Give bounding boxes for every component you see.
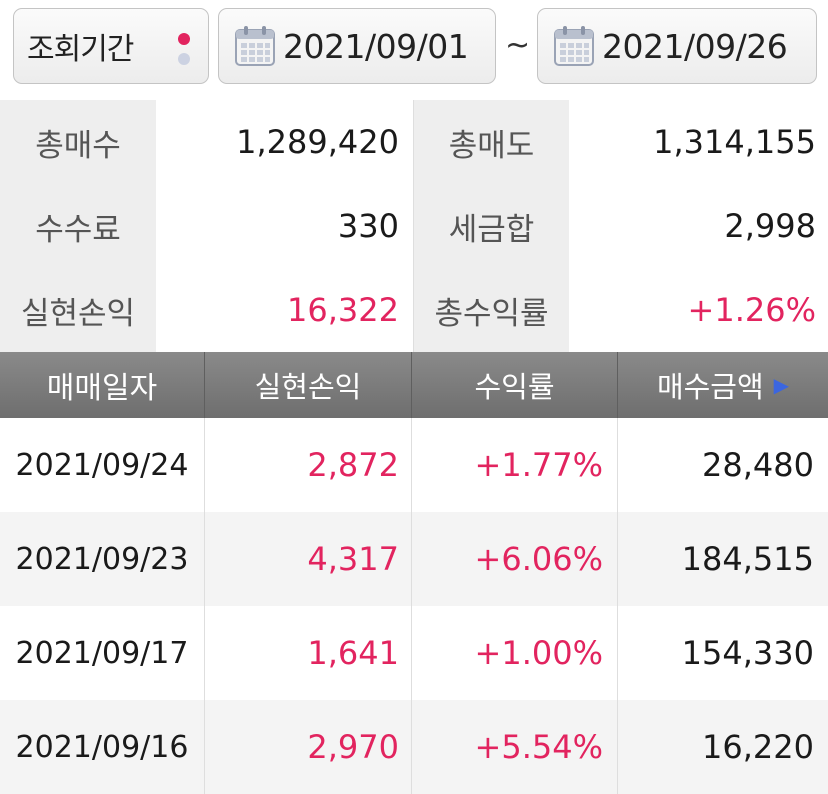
summary-row: 총매수 1,289,420 총매도 1,314,155 (0, 100, 828, 184)
table-row[interactable]: 2021/09/17 1,641 +1.00% 154,330 (0, 606, 828, 700)
calendar-icon (235, 26, 275, 66)
cell-date: 2021/09/24 (0, 418, 205, 512)
fee-value: 330 (156, 184, 414, 268)
page-dots-icon (178, 33, 191, 65)
cell-date: 2021/09/17 (0, 606, 205, 700)
next-column-arrow-icon[interactable]: ▶ (774, 373, 789, 397)
header-buy-amount: 매수금액 (656, 370, 764, 404)
date-separator: ~ (505, 28, 531, 63)
end-date: 2021/09/26 (602, 26, 788, 66)
cell-rate: +5.54% (412, 700, 618, 794)
total-buy-value: 1,289,420 (156, 100, 414, 184)
fee-label: 수수료 (0, 184, 156, 268)
period-button[interactable]: 조회기간 (13, 8, 209, 84)
cell-buy-amount: 28,480 (702, 446, 814, 484)
summary-panel: 총매수 1,289,420 총매도 1,314,155 수수료 330 세금합 … (0, 100, 828, 352)
table-header: 매매일자 실현손익 수익률 매수금액 ▶ (0, 352, 828, 418)
dot-active (178, 33, 190, 45)
dot-inactive (178, 53, 190, 65)
start-date-button[interactable]: 2021/09/01 (218, 8, 496, 84)
table-row[interactable]: 2021/09/23 4,317 +6.06% 184,515 (0, 512, 828, 606)
cell-pnl: 2,872 (205, 418, 412, 512)
period-label: 조회기간 (27, 32, 134, 67)
summary-row: 수수료 330 세금합 2,998 (0, 184, 828, 268)
tax-value: 2,998 (569, 184, 828, 268)
total-sell-label: 총매도 (414, 100, 569, 184)
cell-buy-amount: 184,515 (681, 540, 814, 578)
cell-rate: +1.00% (412, 606, 618, 700)
table-row[interactable]: 2021/09/16 2,970 +5.54% 16,220 (0, 700, 828, 794)
table-row[interactable]: 2021/09/24 2,872 +1.77% 28,480 (0, 418, 828, 512)
start-date: 2021/09/01 (283, 26, 469, 66)
end-date-button[interactable]: 2021/09/26 (537, 8, 817, 84)
total-sell-value: 1,314,155 (569, 100, 828, 184)
total-buy-label: 총매수 (0, 100, 156, 184)
header-trade-date[interactable]: 매매일자 (0, 352, 205, 418)
cell-pnl: 1,641 (205, 606, 412, 700)
cell-buy-amount: 16,220 (702, 728, 814, 766)
cell-rate: +1.77% (412, 418, 618, 512)
filter-bar: 조회기간 2021/09/01 ~ 2021/09/26 (0, 0, 828, 100)
realized-pnl-label: 실현손익 (0, 268, 156, 352)
cell-pnl: 2,970 (205, 700, 412, 794)
realized-pnl-value: 16,322 (156, 268, 414, 352)
header-realized-pnl[interactable]: 실현손익 (205, 352, 412, 418)
total-return-label: 총수익률 (414, 268, 569, 352)
trade-history-table: 매매일자 실현손익 수익률 매수금액 ▶ 2021/09/24 2,872 +1… (0, 352, 828, 794)
tax-label: 세금합 (414, 184, 569, 268)
cell-rate: +6.06% (412, 512, 618, 606)
header-buy-amount-cell[interactable]: 매수금액 ▶ (618, 352, 828, 418)
cell-date: 2021/09/23 (0, 512, 205, 606)
calendar-icon (554, 26, 594, 66)
cell-pnl: 4,317 (205, 512, 412, 606)
total-return-value: +1.26% (569, 268, 828, 352)
header-return-rate[interactable]: 수익률 (412, 352, 618, 418)
cell-date: 2021/09/16 (0, 700, 205, 794)
summary-row: 실현손익 16,322 총수익률 +1.26% (0, 268, 828, 352)
cell-buy-amount: 154,330 (681, 634, 814, 672)
